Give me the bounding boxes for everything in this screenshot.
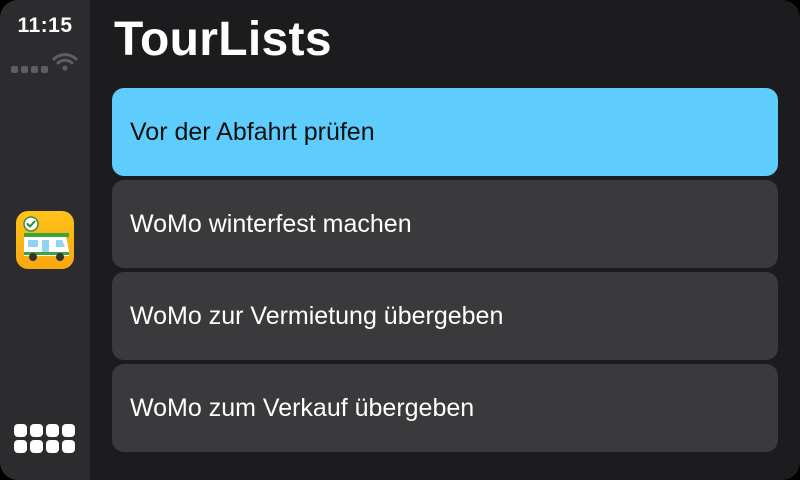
list-item[interactable]: Vor der Abfahrt prüfen xyxy=(112,88,778,176)
list-item[interactable]: WoMo winterfest machen xyxy=(112,180,778,268)
list-item[interactable]: WoMo zum Verkauf übergeben xyxy=(112,364,778,452)
list-item-label: WoMo zur Vermietung übergeben xyxy=(130,301,504,330)
status-clock: 11:15 xyxy=(17,14,73,37)
tourlists-app-icon[interactable] xyxy=(16,211,74,269)
app-grid-icon[interactable] xyxy=(14,424,76,458)
list-item-label: Vor der Abfahrt prüfen xyxy=(130,117,375,146)
camper-van-checklist-icon xyxy=(23,216,69,261)
wifi-icon xyxy=(52,53,78,71)
carplay-screen: 11:15 TourLists Vor der Abfahrt prüfen W… xyxy=(0,0,800,480)
list-item-label: WoMo zum Verkauf übergeben xyxy=(130,393,475,422)
list-item-label: WoMo winterfest machen xyxy=(130,209,412,238)
sidebar: 11:15 xyxy=(0,0,90,480)
main-panel: TourLists Vor der Abfahrt prüfen WoMo wi… xyxy=(90,0,800,480)
tour-list: Vor der Abfahrt prüfen WoMo winterfest m… xyxy=(112,88,778,456)
list-item[interactable]: WoMo zur Vermietung übergeben xyxy=(112,272,778,360)
cellular-signal-icon xyxy=(11,66,48,73)
page-title: TourLists xyxy=(114,13,332,66)
